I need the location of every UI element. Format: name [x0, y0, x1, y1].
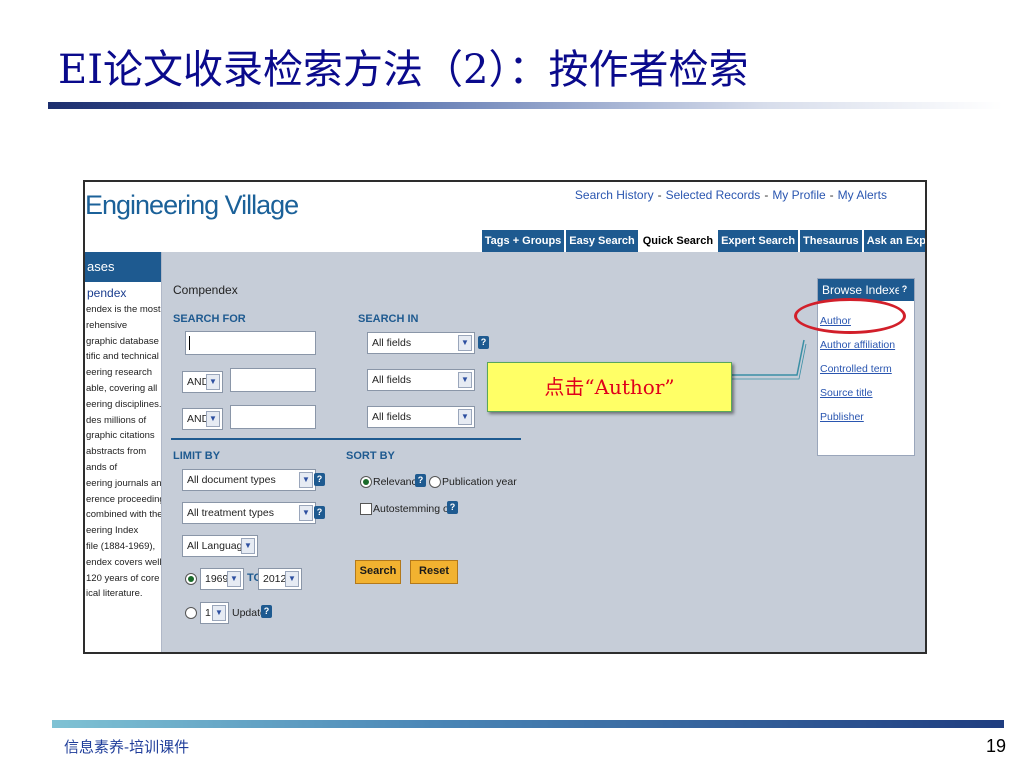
tab-easy-search[interactable]: Easy Search: [566, 230, 638, 252]
database-description-line: eering research: [86, 367, 153, 379]
engineering-village-screenshot: Engineering Village Search History - Selec…: [83, 180, 927, 654]
chevron-down-icon: ▼: [299, 505, 313, 521]
author-highlight-ellipse: [794, 298, 906, 334]
treatment-type-select[interactable]: All treatment types ▼: [182, 502, 316, 524]
search-input-1[interactable]: [185, 331, 316, 355]
footer-rule: [52, 720, 1004, 728]
chevron-down-icon: ▼: [241, 538, 255, 554]
database-description-line: combined with the: [86, 509, 162, 521]
search-button[interactable]: Search: [355, 560, 401, 584]
search-in-label: SEARCH IN: [358, 313, 419, 325]
page-number: 19: [985, 736, 1006, 756]
database-description-line: erence proceedings.: [86, 493, 161, 505]
limit-by-label: LIMIT BY: [173, 450, 221, 462]
search-in-select-2[interactable]: All fields ▼: [367, 369, 475, 391]
browse-source-title-link[interactable]: Source title: [820, 387, 873, 399]
database-description-line: graphic citations: [86, 430, 155, 442]
autostemming-label: Autostemming off: [373, 503, 455, 515]
connector-select-2[interactable]: AND ▼: [182, 408, 223, 430]
year-range-radio[interactable]: [185, 573, 197, 585]
chevron-down-icon: ▼: [299, 472, 313, 488]
my-alerts-link[interactable]: My Alerts: [838, 188, 887, 202]
database-description-line: 120 years of core: [86, 572, 160, 584]
search-for-label: SEARCH FOR: [173, 313, 246, 325]
sort-relevance-radio[interactable]: [360, 476, 372, 488]
help-icon[interactable]: ?: [415, 474, 426, 487]
autostemming-checkbox[interactable]: [360, 503, 372, 515]
search-in-select-1[interactable]: All fields ▼: [367, 332, 475, 354]
database-description-line: file (1884-1969),: [86, 540, 156, 552]
search-history-link[interactable]: Search History: [575, 188, 654, 202]
tab-tags-groups[interactable]: Tags + Groups: [481, 230, 565, 252]
help-icon[interactable]: ?: [261, 605, 272, 618]
database-description-line: endex is the most: [86, 304, 161, 315]
selected-records-link[interactable]: Selected Records: [666, 188, 761, 202]
database-description-line: eering Index: [86, 525, 139, 537]
text-cursor: [189, 336, 190, 350]
chevron-down-icon: ▼: [458, 372, 472, 388]
sort-pubyear-radio[interactable]: [429, 476, 441, 488]
chevron-down-icon: ▼: [227, 571, 241, 587]
chevron-down-icon: ▼: [458, 335, 472, 351]
database-description-line: eering journals and: [86, 477, 162, 489]
chevron-down-icon: ▼: [285, 571, 299, 587]
browse-controlled-term-link[interactable]: Controlled term: [820, 363, 892, 375]
database-description-line: able, covering all: [86, 382, 158, 394]
help-icon[interactable]: ?: [899, 283, 910, 296]
database-description-line: ands of: [86, 461, 118, 473]
help-icon[interactable]: ?: [314, 473, 325, 486]
database-name: pendex: [87, 286, 127, 300]
chevron-down-icon: ▼: [212, 605, 226, 621]
database-description-line: ical literature.: [86, 588, 143, 600]
title-underline: [48, 102, 1003, 109]
database-description-line: graphic database of: [86, 335, 162, 347]
help-icon[interactable]: ?: [478, 336, 489, 349]
chevron-down-icon: ▼: [206, 411, 220, 427]
browse-publisher-link[interactable]: Publisher: [820, 411, 864, 423]
browse-indexes-heading: Browse Indexes ?: [818, 279, 914, 301]
database-description: endex is the most rehensive graphic databa…: [85, 302, 161, 602]
document-type-select[interactable]: All document types ▼: [182, 469, 316, 491]
tab-ask-an-expert[interactable]: Ask an Exp: [863, 230, 925, 252]
search-input-3[interactable]: [230, 405, 316, 429]
help-icon[interactable]: ?: [314, 506, 325, 519]
footer-text: 信息素养-培训课件: [64, 738, 190, 756]
search-in-select-3[interactable]: All fields ▼: [367, 406, 475, 428]
language-select[interactable]: All Languages ▼: [182, 535, 258, 557]
click-author-callout: 点击“Author”: [487, 362, 732, 412]
database-description-line: rehensive: [86, 319, 128, 331]
database-description-line: des millions of: [86, 414, 147, 426]
year-from-select[interactable]: 1969 ▼: [200, 568, 244, 590]
database-description-line: abstracts from: [86, 446, 147, 458]
browse-author-affiliation-link[interactable]: Author affiliation: [820, 339, 895, 351]
updates-radio[interactable]: [185, 607, 197, 619]
reset-button[interactable]: Reset: [410, 560, 458, 584]
slide-title: EI论文收录检索方法（2）：按作者检索: [58, 47, 749, 93]
tab-expert-search[interactable]: Expert Search: [718, 230, 799, 252]
tab-thesaurus[interactable]: Thesaurus: [800, 230, 862, 252]
tab-quick-search[interactable]: Quick Search: [639, 230, 717, 252]
databases-heading: ases: [85, 252, 161, 282]
database-description-line: tific and technical: [86, 351, 159, 363]
database-description-line: endex covers well: [86, 556, 162, 568]
chevron-down-icon: ▼: [458, 409, 472, 425]
chevron-down-icon: ▼: [206, 374, 220, 390]
section-divider: [171, 438, 521, 440]
connector-select-1[interactable]: AND ▼: [182, 371, 223, 393]
search-tabs: Tags + Groups Easy Search Quick Search E…: [481, 230, 925, 252]
database-panel: ases pendex endex is the most rehensive gr…: [85, 252, 162, 652]
my-profile-link[interactable]: My Profile: [772, 188, 825, 202]
sort-pubyear-label: Publication year: [442, 476, 517, 488]
database-label: Compendex: [173, 283, 238, 297]
updates-select[interactable]: 1 ▼: [200, 602, 229, 624]
help-icon[interactable]: ?: [447, 501, 458, 514]
year-to-select[interactable]: 2012 ▼: [258, 568, 302, 590]
search-input-2[interactable]: [230, 368, 316, 392]
top-links: Search History - Selected Records - My Profi…: [574, 188, 887, 202]
engineering-village-logo[interactable]: Engineering Village: [85, 190, 299, 221]
database-description-line: eering disciplines. It: [86, 398, 162, 410]
sort-by-label: SORT BY: [346, 450, 395, 462]
